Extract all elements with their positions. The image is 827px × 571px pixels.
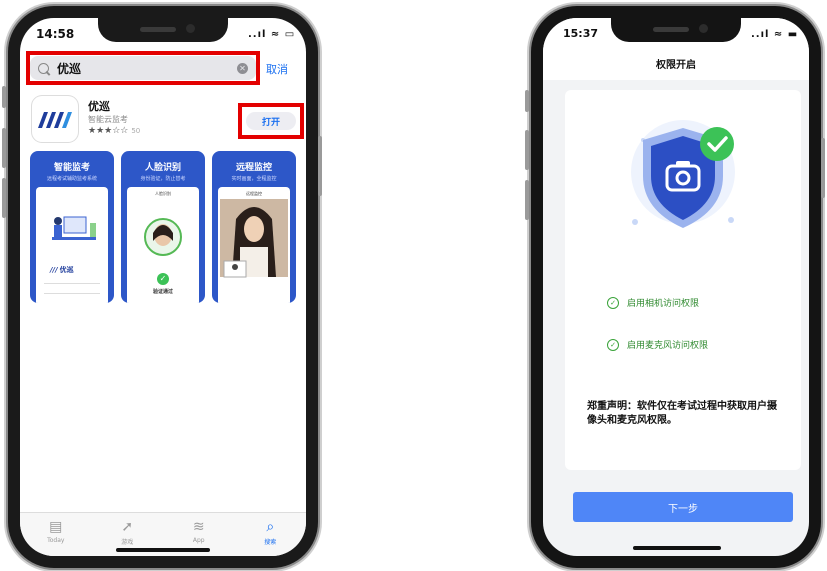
- screenshot-subtitle: 身份验证，防止替考: [140, 176, 186, 182]
- side-button: [525, 130, 529, 170]
- screenshot-card[interactable]: 智能监考 远程考试辅助监考系统 /// 优巡: [30, 151, 114, 303]
- status-time: 15:37: [563, 27, 599, 40]
- screenshot-card[interactable]: 远程监控 实时画面，全程监控 远程监控: [212, 151, 296, 303]
- tab-label: App: [192, 537, 205, 544]
- next-button[interactable]: 下一步: [573, 492, 793, 522]
- app-subtitle: 智能云监考: [88, 115, 128, 124]
- cancel-button[interactable]: 取消: [266, 61, 288, 77]
- verify-label: 验证通过: [152, 289, 173, 295]
- open-highlight-frame: [238, 103, 304, 139]
- rating-stars: ★★★☆☆: [88, 126, 129, 136]
- screenshot-title: 智能监考: [53, 163, 90, 173]
- left-phone: 14:58 ..ıl ≈ ▭ 优巡 ✕ 取消 优巡 智能云监考 ★★★☆☆ 50: [2, 6, 322, 568]
- status-time: 14:58: [36, 27, 75, 41]
- screenshot-subtitle: 远程考试辅助监考系统: [46, 176, 97, 182]
- search-icon: ⌕: [266, 519, 275, 535]
- app-name: 优巡: [88, 100, 110, 113]
- check-circle-icon: ✓: [607, 338, 619, 351]
- search-highlight-frame: [26, 51, 260, 85]
- screenshot-card[interactable]: 人脸识别 身份验证，防止替考 人脸识别 ✓ 验证通过: [121, 151, 205, 303]
- screenshot-card-title: 远程监控: [246, 191, 262, 196]
- layers-icon: ≋: [192, 519, 205, 535]
- screenshot-preview: /// 优巡: [36, 187, 108, 303]
- tab-search[interactable]: ⌕ 搜索: [235, 513, 307, 556]
- notch: [611, 18, 741, 42]
- office-illustration-icon: [52, 216, 96, 240]
- microphone-permission-row: ✓ 启用麦克风访问权限: [607, 338, 708, 351]
- side-button: [821, 138, 825, 198]
- verify-check-icon: ✓: [157, 273, 169, 285]
- right-screen: 15:37 ..ıl ≈ ▬ 权限开启 ✓ 启用相机访问权限 ✓ 启用麦克风访问…: [543, 18, 809, 556]
- today-icon: ▤: [49, 519, 63, 535]
- status-icons: ..ıl ≈ ▭: [248, 29, 296, 40]
- rating-count: 50: [131, 127, 141, 135]
- app-rating: ★★★☆☆ 50: [88, 126, 140, 136]
- tab-label: 游戏: [121, 539, 134, 546]
- page-title: 权限开启: [656, 60, 696, 71]
- tab-today[interactable]: ▤ Today: [20, 513, 92, 556]
- notch: [98, 18, 228, 42]
- side-button: [525, 90, 529, 112]
- permission-label: 启用相机访问权限: [627, 299, 700, 309]
- permission-card: ✓ 启用相机访问权限 ✓ 启用麦克风访问权限 郑重声明：软件仅在考试过程中获取用…: [565, 90, 801, 470]
- screenshot-preview: 远程监控: [218, 187, 290, 303]
- screenshot-title: 远程监控: [235, 163, 272, 173]
- side-button: [2, 178, 6, 218]
- disclaimer-text: 郑重声明：软件仅在考试过程中获取用户摄像头和麦克风权限。: [587, 401, 777, 426]
- side-button: [2, 128, 6, 168]
- screenshot-title: 人脸识别: [144, 163, 181, 173]
- face-scan-icon: [144, 218, 182, 256]
- rocket-icon: ➚: [121, 519, 134, 535]
- tab-label: Today: [47, 537, 65, 544]
- screenshot-subtitle: 实时画面，全程监控: [231, 176, 277, 182]
- app-icon[interactable]: [32, 96, 78, 142]
- app-logo-icon: [38, 112, 72, 128]
- screenshot-preview: 人脸识别 ✓ 验证通过: [127, 187, 199, 303]
- status-icons: ..ıl ≈ ▬: [751, 29, 799, 40]
- side-button: [318, 136, 322, 196]
- camera-permission-row: ✓ 启用相机访问权限: [607, 296, 699, 309]
- screenshot-logo-text: 优巡: [59, 266, 74, 274]
- side-button: [2, 86, 6, 108]
- check-circle-icon: ✓: [607, 296, 619, 309]
- tab-label: 搜索: [264, 539, 277, 546]
- screenshot-card-title: 人脸识别: [155, 191, 171, 196]
- screenshot-logo: /// 优巡: [50, 266, 74, 274]
- camera-shield-icon: [631, 120, 735, 228]
- side-button: [525, 180, 529, 220]
- home-indicator: [116, 548, 210, 552]
- permission-label: 启用麦克风访问权限: [627, 341, 709, 351]
- video-feed-icon: [220, 199, 288, 278]
- left-screen: 14:58 ..ıl ≈ ▭ 优巡 ✕ 取消 优巡 智能云监考 ★★★☆☆ 50: [20, 18, 306, 556]
- right-phone: 15:37 ..ıl ≈ ▬ 权限开启 ✓ 启用相机访问权限 ✓ 启用麦克风访问…: [525, 6, 825, 568]
- home-indicator: [633, 546, 721, 550]
